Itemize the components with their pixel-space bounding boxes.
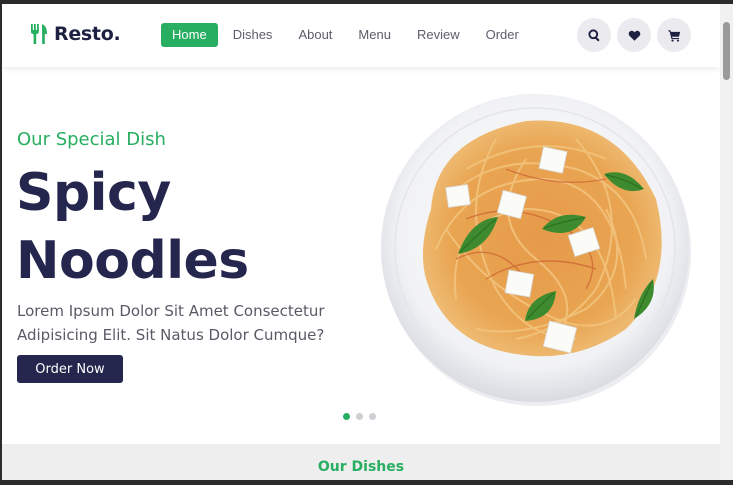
search-button[interactable] [577,18,611,52]
cart-button[interactable] [657,18,691,52]
hero-description: Lorem Ipsum Dolor Sit Amet Consectetur A… [17,302,325,344]
hero-subtitle: Our Special Dish [17,129,166,150]
section-heading: Our Dishes [317,459,405,475]
slider-dot-1[interactable] [343,413,350,420]
main-nav: Home Dishes About Menu Review Order [161,23,534,47]
hero-title-line-2: Noodles [16,231,249,291]
dishes-section: Our Dishes [2,444,720,480]
wishlist-button[interactable] [617,18,651,52]
search-icon [587,28,599,41]
nav-menu[interactable]: Menu [347,23,402,47]
nav-order[interactable]: Order [475,23,530,47]
hero-title: Spicy Noodles [16,159,249,295]
slider-dot-2[interactable] [356,413,363,420]
heart-icon [628,30,640,41]
spaghetti-dish-image [381,94,691,406]
nav-dishes[interactable]: Dishes [222,23,284,47]
browser-viewport: Resto. Home Dishes About Menu Review Ord… [2,4,720,480]
cart-icon [667,29,680,42]
nav-about[interactable]: About [287,23,343,47]
site-header: Resto. Home Dishes About Menu Review Ord… [2,4,720,67]
scrollbar-thumb[interactable] [723,22,730,80]
brand-name: Resto. [54,23,121,45]
slider-dot-3[interactable] [369,413,376,420]
header-actions [577,18,691,52]
logo[interactable]: Resto. [30,23,121,45]
nav-home[interactable]: Home [161,23,218,47]
hero-title-line-1: Spicy [16,163,171,223]
slider-dots [343,413,376,420]
utensils-icon [31,24,47,44]
page-scrollbar[interactable] [720,4,733,480]
nav-review[interactable]: Review [406,23,471,47]
order-now-button[interactable]: Order Now [17,355,123,383]
hero-slider: Our Special Dish Spicy Noodles Lorem Ips… [2,67,720,444]
